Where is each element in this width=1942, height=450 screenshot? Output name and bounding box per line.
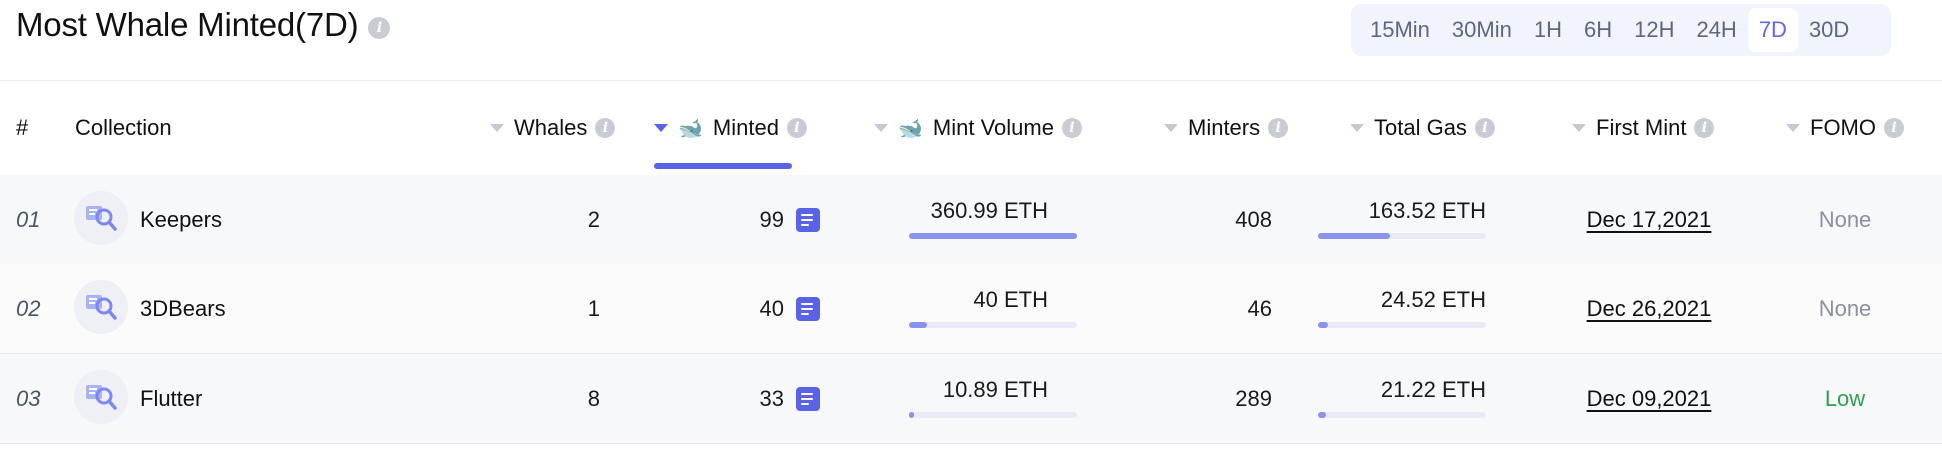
sort-caret-icon[interactable] bbox=[1350, 124, 1364, 132]
column-header-collection-label: Collection bbox=[75, 115, 172, 140]
column-header-total-gas-label: Total Gas bbox=[1374, 115, 1467, 140]
mint-volume-bar-fill bbox=[909, 322, 928, 328]
total-gas-bar-fill bbox=[1318, 322, 1329, 328]
info-icon[interactable]: i bbox=[1474, 118, 1495, 138]
collection-avatar-icon[interactable] bbox=[74, 280, 128, 334]
whale-icon: 🐋 bbox=[678, 117, 703, 140]
column-header-whales[interactable]: Whales i bbox=[490, 81, 616, 175]
sort-caret-icon[interactable] bbox=[1164, 124, 1178, 132]
minters-count: 46 bbox=[1247, 295, 1272, 321]
details-icon[interactable] bbox=[796, 207, 820, 232]
total-gas-bar-track bbox=[1318, 322, 1486, 328]
first-mint-cell: Dec 17,2021 bbox=[1574, 175, 1724, 264]
sort-caret-icon[interactable] bbox=[490, 124, 504, 132]
total-gas-bar-fill bbox=[1318, 233, 1391, 239]
table-row[interactable]: 02 3DBears 1 40 40 ETH 46 24.52 ETH Dec … bbox=[0, 264, 1942, 354]
details-icon[interactable] bbox=[796, 386, 820, 411]
mint-volume-bar-track bbox=[909, 322, 1077, 328]
sort-caret-icon[interactable] bbox=[874, 124, 888, 132]
column-header-minted[interactable]: 🐋 Minted i bbox=[654, 81, 807, 175]
column-header-minters-label: Minters bbox=[1188, 115, 1261, 140]
total-gas-bar-fill bbox=[1318, 412, 1327, 418]
sort-caret-icon[interactable] bbox=[1786, 124, 1800, 132]
collection-name[interactable]: 3DBears bbox=[140, 264, 226, 353]
fomo-level: None bbox=[1818, 295, 1872, 321]
column-header-mint-volume-label: Mint Volume bbox=[932, 115, 1054, 140]
fomo-level: Low bbox=[1824, 385, 1866, 411]
rank-number: 03 bbox=[16, 385, 41, 411]
first-mint-date[interactable]: Dec 17,2021 bbox=[1587, 207, 1712, 233]
rank-number: 01 bbox=[16, 206, 41, 232]
fomo-level: None bbox=[1818, 206, 1872, 232]
first-mint-cell: Dec 09,2021 bbox=[1574, 354, 1724, 443]
column-header-whales-label: Whales bbox=[514, 115, 588, 140]
minted-cell: 33 bbox=[700, 354, 820, 443]
column-header-fomo-label: FOMO bbox=[1810, 115, 1876, 140]
time-filter-15min[interactable]: 15Min bbox=[1359, 8, 1441, 52]
info-icon[interactable]: i bbox=[1061, 118, 1082, 138]
column-header-minters[interactable]: Minters i bbox=[1164, 81, 1289, 175]
info-icon[interactable]: i bbox=[1884, 118, 1904, 138]
info-icon[interactable]: i bbox=[1694, 118, 1715, 138]
whales-count: 8 bbox=[587, 385, 600, 411]
minted-count: 99 bbox=[759, 206, 784, 232]
column-header-mint-volume[interactable]: 🐋 Mint Volume i bbox=[874, 81, 1082, 175]
minted-count: 33 bbox=[759, 385, 784, 411]
info-icon[interactable]: i bbox=[1268, 118, 1289, 138]
rank-number: 02 bbox=[16, 295, 41, 321]
minted-cell: 40 bbox=[700, 264, 820, 353]
page-title-text: Most Whale Minted(7D) bbox=[16, 6, 359, 43]
minters-count: 408 bbox=[1235, 206, 1272, 232]
info-icon[interactable]: i bbox=[595, 118, 616, 138]
collection-avatar-icon[interactable] bbox=[74, 191, 128, 245]
table-row[interactable]: 03 Flutter 8 33 10.89 ETH 289 21.22 ETH … bbox=[0, 354, 1942, 444]
info-icon[interactable]: i bbox=[368, 17, 391, 39]
time-filter-30d[interactable]: 30D bbox=[1798, 8, 1860, 52]
minters-count: 289 bbox=[1235, 385, 1272, 411]
time-filter-6h[interactable]: 6H bbox=[1573, 8, 1623, 52]
column-header-minted-label: Minted bbox=[712, 115, 779, 140]
whales-count: 1 bbox=[587, 295, 600, 321]
info-icon[interactable]: i bbox=[786, 118, 807, 138]
collection-avatar-icon[interactable] bbox=[74, 370, 128, 424]
minted-cell: 99 bbox=[700, 175, 820, 264]
first-mint-date[interactable]: Dec 26,2021 bbox=[1587, 296, 1712, 322]
time-filter-7d[interactable]: 7D bbox=[1747, 8, 1798, 52]
first-mint-date[interactable]: Dec 09,2021 bbox=[1587, 386, 1712, 412]
time-filter-bar: 15Min 30Min 1H 6H 12H 24H 7D 30D bbox=[1351, 4, 1891, 56]
mint-volume-bar-fill bbox=[909, 233, 1077, 239]
whales-count: 2 bbox=[587, 206, 600, 232]
time-filter-30min[interactable]: 30Min bbox=[1441, 8, 1523, 52]
mint-volume-bar-track bbox=[909, 412, 1077, 418]
time-filter-24h[interactable]: 24H bbox=[1685, 8, 1747, 52]
column-header-first-mint-label: First Mint bbox=[1596, 115, 1687, 140]
sort-caret-icon[interactable] bbox=[654, 124, 668, 132]
details-icon[interactable] bbox=[796, 296, 820, 321]
time-filter-12h[interactable]: 12H bbox=[1623, 8, 1685, 52]
column-header-total-gas[interactable]: Total Gas i bbox=[1350, 81, 1495, 175]
minted-count: 40 bbox=[759, 295, 784, 321]
time-filter-1h[interactable]: 1H bbox=[1523, 8, 1573, 52]
column-header-first-mint[interactable]: First Mint i bbox=[1572, 81, 1715, 175]
collection-name[interactable]: Keepers bbox=[140, 175, 222, 264]
first-mint-cell: Dec 26,2021 bbox=[1574, 264, 1724, 353]
column-header-rank-label: # bbox=[16, 115, 29, 140]
column-header-collection: Collection bbox=[75, 81, 172, 175]
collection-name[interactable]: Flutter bbox=[140, 354, 202, 443]
sort-caret-icon[interactable] bbox=[1572, 124, 1586, 132]
column-header-fomo[interactable]: FOMO i bbox=[1786, 81, 1904, 175]
column-header-rank: # bbox=[16, 81, 28, 175]
mint-volume-bar-fill bbox=[909, 412, 915, 418]
whale-icon: 🐋 bbox=[898, 117, 923, 140]
table-header: # Collection Whales i 🐋 Minted i 🐋 Mint … bbox=[0, 81, 1942, 175]
table-row[interactable]: 01 Keepers 2 99 360.99 ETH 408 163.52 ET… bbox=[0, 175, 1942, 265]
page-title: Most Whale Minted(7D) i bbox=[16, 6, 391, 44]
sort-indicator bbox=[654, 163, 792, 169]
total-gas-bar-track bbox=[1318, 412, 1486, 418]
